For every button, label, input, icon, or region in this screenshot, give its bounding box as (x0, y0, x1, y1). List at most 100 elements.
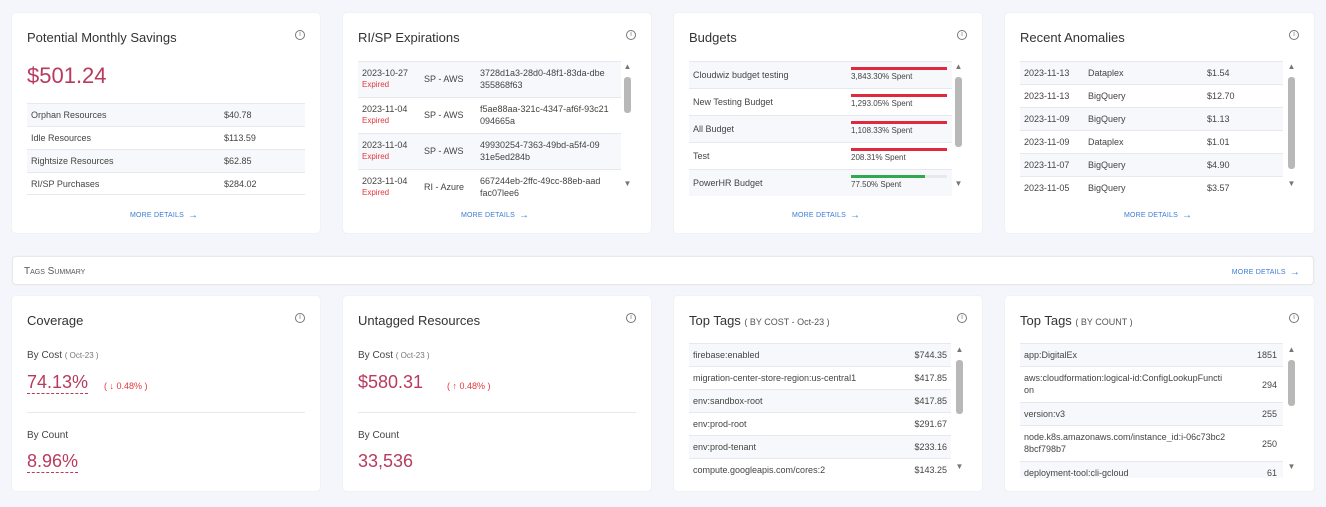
info-icon[interactable]: i (1289, 313, 1299, 323)
info-icon[interactable]: i (1289, 30, 1299, 40)
savings-row-value: $40.78 (224, 110, 252, 120)
scroll-up-icon[interactable]: ▲ (1287, 346, 1296, 354)
scroll-up-icon[interactable]: ▲ (955, 346, 964, 354)
coverage-title: Coverage (27, 313, 84, 328)
savings-row-label: Orphan Resources (31, 110, 107, 120)
info-icon[interactable]: i (957, 30, 967, 40)
budget-progress-bar (851, 67, 947, 70)
info-icon[interactable]: i (626, 313, 636, 323)
tag-name: aws:cloudformation:logical-id:ConfigLook… (1024, 373, 1223, 383)
anomaly-date: 2023-11-13 (1024, 68, 1070, 78)
risp-id: 3728d1a3-28d0-48f1-83da-dbe (480, 68, 605, 78)
anomaly-cost: $1.13 (1207, 114, 1230, 124)
risp-status: Expired (362, 152, 390, 161)
risp-scrollbar[interactable]: ▲ ▼ (623, 63, 632, 188)
risp-row: 2023-11-04 Expired RI - Azure 667244eb-2… (358, 169, 621, 197)
top-tags-cost-scrollbar[interactable]: ▲ ▼ (955, 346, 964, 471)
tag-row: env:sandbox-root $417.85 (689, 389, 951, 412)
more-details-label: MORE DETAILS (792, 212, 847, 219)
budget-name: All Budget (693, 124, 735, 134)
by-count-label: By Count (358, 430, 400, 441)
risp-date: 2023-11-04 (362, 140, 408, 150)
info-icon[interactable]: i (626, 30, 636, 40)
scroll-thumb[interactable] (1288, 360, 1295, 406)
scroll-thumb[interactable] (624, 77, 631, 113)
divider (27, 412, 305, 413)
tag-value: $143.25 (914, 465, 947, 475)
budgets-scrollbar[interactable]: ▲ ▼ (954, 63, 963, 188)
more-details-link[interactable]: MORE DETAILS → (1232, 266, 1300, 278)
risp-type: SP - AWS (424, 74, 464, 84)
anomaly-service: Dataplex (1088, 137, 1124, 147)
anomalies-scrollbar[interactable]: ▲ ▼ (1287, 63, 1296, 188)
untagged-count-value: 33,536 (358, 451, 414, 471)
top-tags-count-scrollbar[interactable]: ▲ ▼ (1287, 346, 1296, 471)
tag-count: 255 (1261, 409, 1277, 419)
tag-row: firebase:enabled $744.35 (689, 343, 951, 366)
tags-summary-label: Tags Summary (24, 266, 86, 277)
info-icon[interactable]: i (295, 30, 305, 40)
scroll-down-icon[interactable]: ▼ (1287, 463, 1296, 471)
scroll-thumb[interactable] (1288, 77, 1295, 169)
budgets-list: Cloudwiz budget testing 3,843.30% Spent … (689, 61, 952, 197)
anomaly-service: BigQuery (1088, 91, 1126, 101)
top-tags-title-text: Top Tags (1020, 313, 1072, 328)
savings-total: $501.24 (27, 63, 107, 88)
more-details-link[interactable]: MORE DETAILS → (792, 209, 860, 221)
scroll-up-icon[interactable]: ▲ (954, 63, 963, 71)
budget-row: PowerHR Budget 77.50% Spent (689, 169, 952, 196)
top-tags-count-title: Top Tags ( BY COUNT ) (1020, 313, 1133, 328)
scroll-down-icon[interactable]: ▼ (954, 180, 963, 188)
arrow-right-icon: → (1289, 267, 1300, 278)
untagged-cost-delta: ( ↑ 0.48% ) (447, 381, 491, 391)
scroll-thumb[interactable] (956, 360, 963, 414)
budget-progress-bar (851, 94, 947, 97)
tag-name: env:sandbox-root (693, 396, 763, 406)
scroll-down-icon[interactable]: ▼ (955, 463, 964, 471)
budget-progress-bar (851, 121, 947, 124)
anomaly-cost: $1.54 (1207, 68, 1230, 78)
scroll-thumb[interactable] (955, 77, 962, 147)
risp-id: 49930254-7363-49bd-a5f4-09 (480, 140, 600, 150)
anomaly-service: Dataplex (1088, 68, 1124, 78)
scroll-up-icon[interactable]: ▲ (1287, 63, 1296, 71)
scroll-down-icon[interactable]: ▼ (623, 180, 632, 188)
by-cost-period: ( Oct-23 ) (395, 351, 430, 360)
tag-value: $233.16 (914, 442, 947, 452)
budget-spent: 1,293.05% Spent (851, 99, 913, 108)
info-icon[interactable]: i (295, 313, 305, 323)
risp-type: RI - Azure (424, 182, 465, 192)
info-icon[interactable]: i (957, 313, 967, 323)
scroll-up-icon[interactable]: ▲ (623, 63, 632, 71)
anomalies-card: Recent Anomalies i 2023-11-13 Dataplex $… (1005, 13, 1314, 233)
tag-count: 1851 (1256, 350, 1277, 360)
tag-row: node.k8s.amazonaws.com/instance_id:i-06c… (1020, 425, 1283, 461)
anomalies-title: Recent Anomalies (1020, 30, 1125, 45)
risp-id-cont: fac07lee6 (480, 188, 520, 197)
savings-row: Idle Resources $113.59 (27, 126, 305, 149)
more-details-link[interactable]: MORE DETAILS → (130, 209, 198, 221)
risp-id-cont: 31e5ed284b (480, 152, 531, 162)
risp-row: 2023-11-04 Expired SP - AWS f5ae88aa-321… (358, 97, 621, 133)
more-details-link[interactable]: MORE DETAILS → (461, 209, 529, 221)
risp-id-cont: 094665a (480, 116, 516, 126)
scroll-down-icon[interactable]: ▼ (1287, 180, 1296, 188)
arrow-right-icon: → (1182, 210, 1193, 221)
more-details-link[interactable]: MORE DETAILS → (1124, 209, 1193, 221)
top-tags-cost-title: Top Tags ( BY COST - Oct-23 ) (689, 313, 830, 328)
anomaly-date: 2023-11-09 (1024, 114, 1070, 124)
risp-date: 2023-11-04 (362, 104, 408, 114)
by-cost-text: By Cost (358, 350, 394, 361)
anomaly-date: 2023-11-13 (1024, 91, 1070, 101)
top-tags-subtitle: ( BY COUNT ) (1075, 317, 1133, 327)
by-cost-text: By Cost (27, 350, 63, 361)
anomaly-cost: $12.70 (1207, 91, 1235, 101)
risp-id: f5ae88aa-321c-4347-af6f-93c21 (480, 104, 609, 114)
risp-row: 2023-11-04 Expired SP - AWS 49930254-736… (358, 133, 621, 169)
budget-name: New Testing Budget (693, 97, 773, 107)
budgets-card: Budgets i Cloudwiz budget testing 3,843.… (674, 13, 982, 233)
budget-row: New Testing Budget 1,293.05% Spent (689, 88, 952, 115)
savings-row-label: Idle Resources (31, 133, 92, 143)
budget-spent: 77.50% Spent (851, 180, 902, 189)
budget-spent: 1,108.33% Spent (851, 126, 913, 135)
